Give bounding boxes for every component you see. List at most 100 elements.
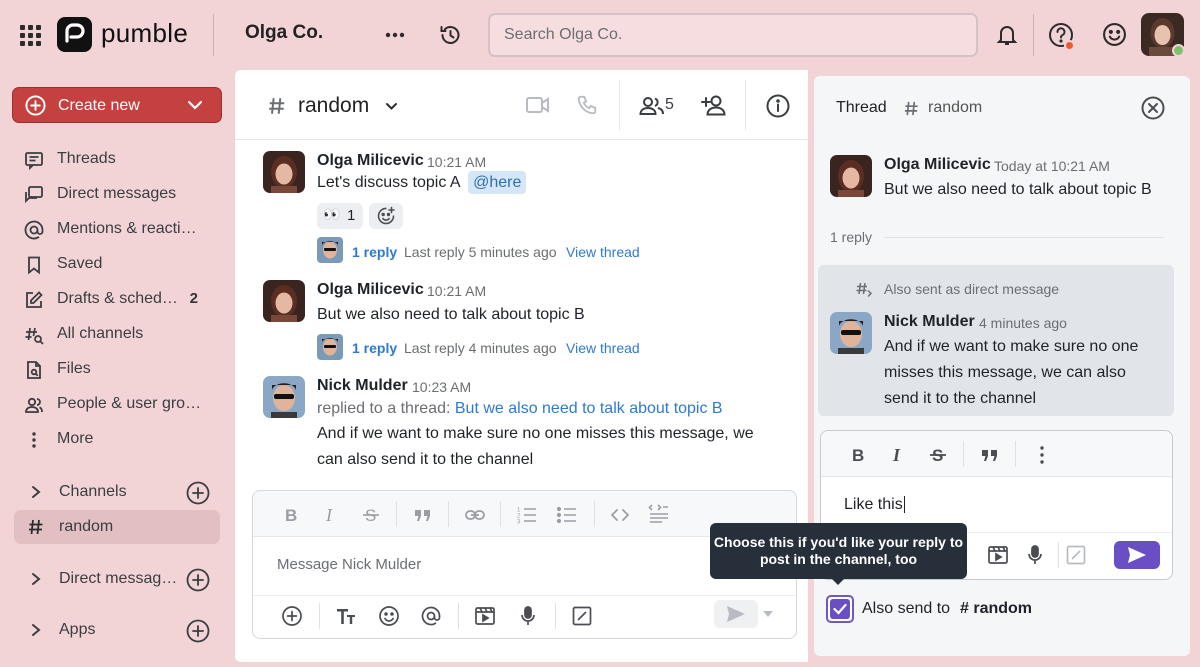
thread-composer-input[interactable]: Like this (844, 496, 905, 514)
slash-command-icon[interactable] (1065, 544, 1087, 566)
add-member-icon[interactable] (701, 94, 728, 116)
sidebar-item-mentions[interactable]: Mentions & reacti… (14, 212, 220, 246)
create-new-button[interactable]: Create new (12, 87, 222, 123)
apps-section-label: Apps (59, 621, 96, 638)
thread-root-author[interactable]: Olga Milicevic (884, 156, 991, 174)
more-vertical-icon[interactable] (1031, 444, 1053, 466)
quote-icon[interactable] (412, 505, 434, 527)
mention-here[interactable]: @here (468, 171, 527, 194)
replied-thread-link[interactable]: But we also need to talk about topic B (455, 400, 723, 417)
dm-note: Also sent as direct message (884, 281, 1060, 297)
sidebar-item-people[interactable]: People & user gro… (14, 387, 220, 421)
reply-count-link[interactable]: 1 reply (352, 340, 397, 356)
message-author[interactable]: Olga Milicevic (317, 281, 424, 299)
avatar[interactable] (263, 151, 305, 193)
thread-title: Thread (836, 99, 887, 116)
tooltip-line: post in the channel, too (759, 551, 918, 567)
avatar[interactable] (263, 280, 305, 322)
sidebar-item-threads[interactable]: Threads (14, 142, 220, 176)
channel-title[interactable]: random (298, 94, 369, 118)
code-block-icon[interactable] (648, 502, 670, 524)
divider (1033, 14, 1034, 56)
composer-text: Like this (844, 496, 903, 513)
thread-reply-text: misses this message, we can also (884, 364, 1126, 381)
sidebar-item-all-channels[interactable]: All channels (14, 317, 220, 351)
slash-command-icon[interactable] (571, 605, 593, 627)
info-icon[interactable] (766, 94, 790, 118)
thread-send-button[interactable] (1114, 541, 1160, 569)
message-time: 10:23 AM (412, 379, 472, 395)
strikethrough-icon[interactable]: S (927, 444, 949, 466)
divider (963, 441, 964, 467)
plus-circle-icon (25, 95, 46, 116)
send-options-chevron-icon[interactable] (762, 610, 774, 618)
mention-icon[interactable] (420, 605, 442, 627)
phone-call-icon[interactable] (576, 94, 598, 116)
bold-icon[interactable]: B (281, 504, 303, 526)
history-icon[interactable] (438, 23, 463, 47)
member-count[interactable]: 5 (665, 96, 674, 114)
emoji-status-icon[interactable] (1102, 22, 1127, 47)
send-button[interactable] (714, 600, 758, 628)
link-icon[interactable] (464, 504, 486, 526)
thread-reply-author[interactable]: Nick Mulder (884, 313, 975, 331)
more-horizontal-icon[interactable] (385, 31, 405, 39)
sidebar-item-drafts[interactable]: Drafts & sched… 2 (14, 282, 220, 316)
thread-reply-item: Also sent as direct message Nick Mulder … (818, 265, 1174, 416)
bullet-list-icon[interactable] (556, 504, 578, 526)
sidebar-channel-random[interactable]: random (14, 510, 220, 544)
members-icon[interactable] (639, 96, 665, 115)
divider (619, 80, 620, 130)
numbered-list-icon[interactable]: 123 (516, 504, 538, 526)
add-reaction-button[interactable] (369, 203, 403, 229)
italic-icon[interactable]: I (887, 444, 909, 466)
top-bar: pumble Olga Co. Search Olga Co. (0, 0, 1200, 70)
composer-placeholder[interactable]: Message Nick Mulder (277, 556, 421, 573)
sidebar-item-more[interactable]: More (14, 422, 220, 456)
message-body: Let's discuss topic A (317, 174, 460, 191)
also-send-checkbox[interactable] (826, 595, 854, 623)
bell-icon[interactable] (996, 23, 1018, 47)
sidebar-item-saved[interactable]: Saved (14, 247, 220, 281)
tooltip-arrow (831, 578, 845, 585)
bold-icon[interactable]: B (848, 444, 870, 466)
italic-icon[interactable]: I (320, 504, 342, 526)
microphone-icon[interactable] (517, 605, 539, 627)
sidebar-item-direct-messages[interactable]: Direct messages (14, 177, 220, 211)
sidebar-item-label: All channels (57, 325, 144, 342)
thread-channel-name[interactable]: random (928, 99, 982, 117)
add-app-icon[interactable] (186, 619, 210, 643)
strikethrough-icon[interactable]: S (360, 504, 382, 526)
reply-count-link[interactable]: 1 reply (352, 244, 397, 260)
reaction-eyes[interactable]: 👀 1 (317, 203, 363, 229)
quote-icon[interactable] (979, 445, 1001, 467)
sidebar-item-label: Files (57, 360, 91, 377)
microphone-icon[interactable] (1024, 544, 1046, 566)
view-thread-link[interactable]: View thread (566, 244, 640, 260)
video-call-icon[interactable] (526, 96, 550, 114)
also-send-channel: # random (960, 600, 1033, 617)
sidebar-item-files[interactable]: Files (14, 352, 220, 386)
search-input[interactable]: Search Olga Co. (488, 13, 978, 57)
add-channel-icon[interactable] (186, 481, 210, 505)
add-dm-icon[interactable] (186, 568, 210, 592)
close-icon[interactable] (1141, 96, 1165, 120)
avatar[interactable] (830, 312, 872, 354)
sidebar-item-label: Mentions & reacti… (57, 220, 197, 237)
avatar[interactable] (830, 155, 872, 197)
message-author[interactable]: Olga Milicevic (317, 152, 424, 170)
channel-header: random 5 (235, 70, 808, 140)
text-format-icon[interactable] (335, 605, 357, 627)
workspace-name[interactable]: Olga Co. (245, 22, 323, 44)
avatar[interactable] (263, 376, 305, 418)
code-icon[interactable] (609, 504, 631, 526)
message-author[interactable]: Nick Mulder (317, 377, 408, 395)
app-grid-icon[interactable] (20, 25, 41, 46)
add-attachment-icon[interactable] (281, 605, 303, 627)
chevron-down-icon[interactable] (385, 102, 398, 111)
view-thread-link[interactable]: View thread (566, 340, 640, 356)
emoji-icon[interactable] (378, 605, 400, 627)
send-icon (726, 605, 746, 623)
video-clip-icon[interactable] (474, 605, 496, 627)
video-clip-icon[interactable] (987, 544, 1009, 566)
